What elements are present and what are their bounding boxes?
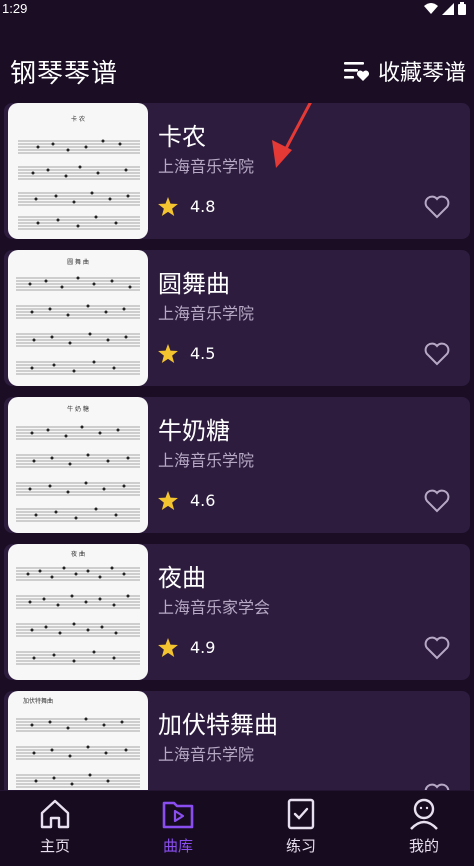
sheet-music-preview: 夜 曲: [16, 550, 140, 665]
piece-title: 卡农: [158, 123, 206, 151]
nav-label: 曲库: [162, 837, 193, 855]
sheet-music-thumbnail: 加伏特舞曲: [8, 691, 148, 790]
app-header: 钢琴琴谱 收藏琴谱: [0, 45, 474, 100]
home-icon: [40, 799, 70, 829]
sheet-music-preview: 卡 农: [18, 115, 140, 230]
rating-value: 4.9: [190, 638, 216, 657]
star-icon: [158, 197, 178, 216]
heart-icon[interactable]: [424, 342, 450, 366]
favorites-label: 收藏琴谱: [377, 61, 466, 86]
sheet-music-thumbnail: 卡 农: [8, 103, 148, 239]
heart-icon[interactable]: [424, 489, 450, 513]
piece-title: 夜曲: [158, 564, 206, 592]
piece-source: 上海音乐学院: [158, 451, 255, 470]
status-icons: [424, 2, 466, 15]
sheet-music-thumbnail: 圆 舞 曲: [8, 250, 148, 386]
signal-icon: [442, 2, 454, 15]
checklist-icon: [287, 798, 315, 830]
piece-source: 上海音乐学院: [158, 745, 255, 764]
piece-title: 牛奶糖: [158, 417, 230, 445]
page-title: 钢琴琴谱: [10, 59, 119, 89]
rating-value: 4.6: [190, 491, 216, 510]
sheet-title: 加伏特舞曲: [23, 697, 53, 705]
playlist-heart-icon: [343, 62, 369, 81]
battery-icon: [458, 2, 466, 15]
sheet-title: 牛 奶 糖: [67, 405, 89, 413]
library-play-icon: [162, 801, 194, 829]
piece-title: 加伏特舞曲: [158, 711, 278, 739]
star-icon: [158, 344, 178, 363]
rating: 4.6: [158, 491, 215, 510]
sheet-music-preview: 圆 舞 曲: [16, 258, 140, 375]
nav-item-home[interactable]: 主页: [15, 797, 95, 856]
nav-label: 主页: [39, 837, 70, 855]
nav-label: 练习: [285, 837, 316, 855]
nav-item-practice[interactable]: 练习: [261, 797, 341, 856]
piece-source: 上海音乐学院: [158, 157, 255, 176]
nav-label: 我的: [408, 837, 439, 855]
profile-icon: [410, 798, 438, 830]
star-icon: [158, 638, 178, 657]
piece-title: 圆舞曲: [158, 270, 230, 298]
annotation-arrow: [272, 103, 312, 168]
list-item[interactable]: 牛 奶 糖 牛奶糖 上海音乐学院 4.6: [4, 397, 470, 533]
nav-item-library[interactable]: 曲库: [138, 797, 218, 856]
sheet-title: 夜 曲: [71, 550, 85, 558]
status-bar: 1:29: [0, 0, 474, 20]
sheet-title: 卡 农: [71, 115, 85, 123]
wifi-icon: [424, 3, 438, 14]
list-item[interactable]: 夜 曲 夜曲 上海音乐家学会 4.9: [4, 544, 470, 680]
list-item[interactable]: 加伏特舞曲 加伏特舞曲 上海音乐学院: [4, 691, 470, 790]
rating-value: 4.5: [190, 344, 216, 363]
sheet-music-preview: 牛 奶 糖: [16, 405, 140, 522]
nav-item-profile[interactable]: 我的: [384, 797, 464, 856]
heart-icon[interactable]: [424, 195, 450, 219]
sheet-music-thumbnail: 牛 奶 糖: [8, 397, 148, 533]
sheet-title: 圆 舞 曲: [67, 258, 89, 266]
status-time: 1:29: [2, 1, 28, 16]
rating: 4.9: [158, 638, 215, 657]
favorites-button[interactable]: 收藏琴谱: [343, 55, 466, 87]
bottom-nav: 主页 曲库 练习 我的: [0, 790, 474, 866]
star-icon: [158, 491, 178, 510]
list-item[interactable]: 圆 舞 曲 圆舞曲 上海音乐学院 4.5: [4, 250, 470, 386]
piece-source: 上海音乐学院: [158, 304, 255, 323]
heart-icon[interactable]: [424, 783, 450, 790]
sheet-music-list[interactable]: 卡 农 卡农 上海音乐学院 4.8 圆 舞 曲 圆舞曲 上海音乐学院 4.5 牛…: [0, 103, 474, 790]
heart-icon[interactable]: [424, 636, 450, 660]
rating: 4.5: [158, 344, 215, 363]
rating: 4.8: [158, 197, 215, 216]
rating-value: 4.8: [190, 197, 216, 216]
piece-source: 上海音乐家学会: [158, 598, 271, 617]
list-item[interactable]: 卡 农 卡农 上海音乐学院 4.8: [4, 103, 470, 239]
sheet-music-thumbnail: 夜 曲: [8, 544, 148, 680]
sheet-music-preview: 加伏特舞曲: [16, 697, 140, 788]
